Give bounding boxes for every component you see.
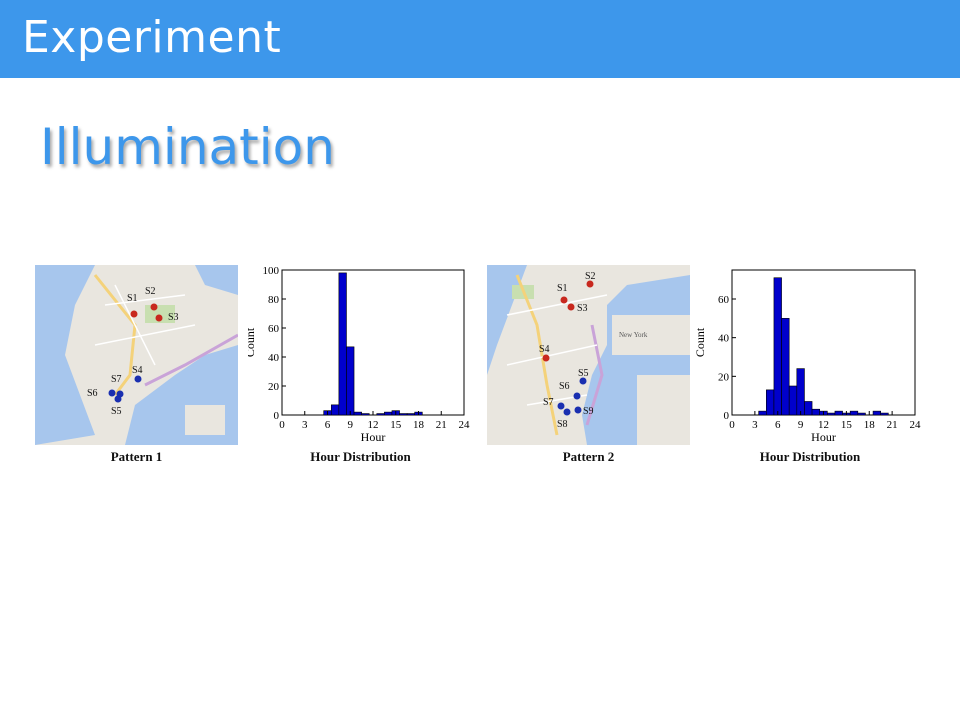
bar-hour-13 (827, 412, 836, 416)
map-2-graphic: New York S1 S2 S3 S4 S5 S6 S7S8 S9 (487, 265, 690, 445)
marker-label-s9: S9 (583, 406, 594, 417)
marker-label-s3: S3 (168, 312, 179, 323)
x-tick-label: 15 (390, 419, 402, 431)
bar-hour-4 (758, 410, 767, 416)
y-tick-label: 60 (718, 294, 730, 306)
y-axis-label: Count (695, 327, 707, 357)
x-axis-label: Hour (361, 430, 386, 444)
bar-hour-14 (384, 411, 393, 416)
slide-subtitle: Illumination (40, 118, 335, 176)
marker-label-s5: S5 (111, 406, 122, 417)
bar-hour-9 (796, 368, 805, 416)
x-tick-label: 15 (841, 419, 853, 431)
x-tick-label: 6 (325, 419, 331, 431)
bar-hour-11 (361, 413, 370, 416)
bar-hour-7 (330, 404, 340, 416)
marker-label-s6: S6 (559, 381, 570, 392)
map-pattern-1: S1 S2 S3 S4 S5 S6 S7 (35, 265, 238, 445)
y-tick-label: 60 (268, 323, 280, 335)
x-tick-label: 3 (752, 419, 758, 431)
x-axis-label: Hour (811, 430, 836, 444)
x-tick-label: 18 (864, 419, 876, 431)
caption-pattern-1: Pattern 1 (110, 449, 163, 464)
x-tick-label: 18 (413, 419, 425, 431)
marker-label-s2: S2 (145, 286, 156, 297)
bar-hour-10 (804, 401, 813, 416)
x-tick-label: 6 (775, 419, 781, 431)
x-tick-label: 0 (729, 419, 735, 431)
marker-label-s5: S5 (578, 368, 589, 379)
map-1-graphic: S1 S2 S3 S4 S5 S6 S7 (35, 265, 238, 445)
y-tick-label: 20 (718, 371, 730, 383)
y-tick-label: 0 (724, 410, 730, 422)
bar-hour-16 (399, 413, 408, 416)
marker-label-s8: S8 (557, 419, 568, 430)
x-tick-label: 9 (348, 419, 354, 431)
y-tick-label: 40 (718, 333, 730, 345)
bar-hour-8 (788, 385, 798, 416)
y-tick-label: 40 (268, 352, 280, 364)
plot-frame (281, 269, 465, 416)
marker-label-s7: S7 (111, 374, 122, 385)
hour-distribution-chart-2: 0 3 6 9 12 15 18 21 240204060HourCount (695, 269, 922, 444)
x-tick-label: 24 (910, 419, 922, 431)
marker-label-s4: S4 (132, 365, 143, 376)
bar-hour-17 (406, 413, 416, 416)
y-tick-label: 80 (268, 294, 280, 306)
marker-label-s4: S4 (539, 344, 550, 355)
x-tick-label: 0 (279, 419, 285, 431)
caption-pattern-2: Pattern 2 (562, 449, 615, 464)
caption-hour-distribution-1: Hour Distribution (310, 449, 411, 464)
marker-label-s2: S2 (585, 271, 596, 282)
bar-hour-7 (781, 318, 790, 416)
marker-label-s7: S7 (543, 397, 554, 408)
header-bar: Experiment (0, 0, 960, 78)
x-tick-label: 24 (459, 419, 471, 431)
bar-hour-10 (353, 411, 362, 416)
map-2-city-label: New York (619, 331, 648, 339)
marker-label-s1: S1 (127, 293, 138, 304)
bar-hour-19 (872, 410, 881, 416)
marker-label-s3: S3 (577, 303, 588, 314)
bar-hour-9 (346, 346, 355, 416)
x-tick-label: 3 (302, 419, 308, 431)
x-tick-label: 21 (887, 419, 898, 431)
bar-hour-6 (773, 277, 782, 416)
y-tick-label: 100 (263, 265, 280, 277)
bar-hour-8 (338, 272, 347, 416)
bar-hour-13 (376, 413, 385, 416)
y-axis-label: Count (248, 327, 257, 357)
marker-label-s1: S1 (557, 283, 568, 294)
bar-hour-16 (849, 410, 859, 416)
map-pattern-2: New York S1 S2 S3 S4 S5 S6 S7 S8 S9 (487, 265, 690, 445)
bar-hour-14 (834, 410, 843, 416)
marker-label-s6: S6 (87, 388, 98, 399)
bar-hour-17 (857, 412, 866, 416)
bar-hour-11 (811, 408, 820, 416)
y-tick-label: 0 (274, 410, 280, 422)
bar-hour-5 (766, 389, 775, 416)
slide-title: Experiment (22, 12, 282, 63)
x-tick-label: 9 (798, 419, 804, 431)
plot-frame (731, 269, 916, 416)
x-tick-label: 21 (436, 419, 447, 431)
hour-distribution-chart-1: 0 3 6 9 12 15 18 21 24020406080100HourCount (248, 265, 471, 444)
bar-hour-20 (880, 412, 889, 416)
caption-hour-distribution-2: Hour Distribution (759, 449, 861, 464)
y-tick-label: 20 (268, 381, 280, 393)
